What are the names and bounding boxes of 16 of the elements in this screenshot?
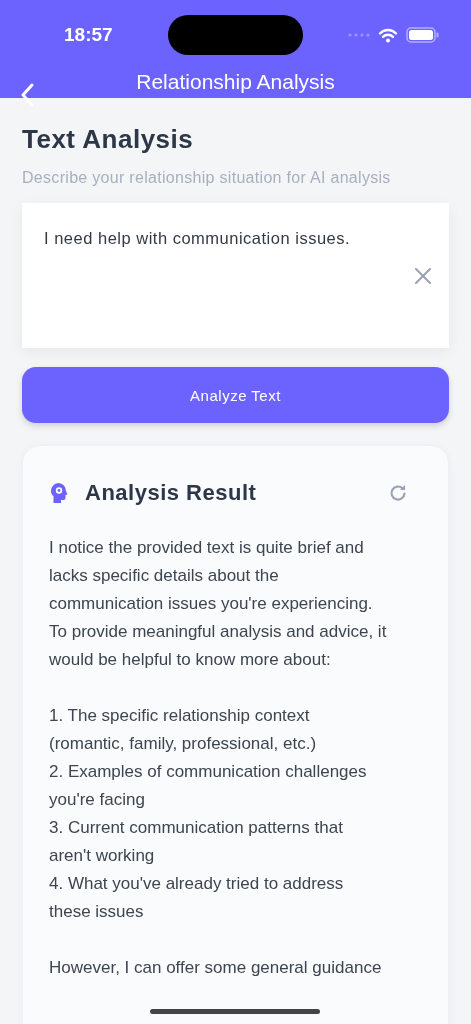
- signal-icon: [348, 33, 370, 37]
- battery-icon: [406, 27, 439, 43]
- text-input-field[interactable]: I need help with communication issues.: [22, 203, 449, 348]
- section-title: Text Analysis: [22, 124, 195, 155]
- status-time: 18:57: [64, 23, 114, 46]
- wifi-icon: [378, 27, 398, 43]
- screen-title: Relationship Analysis: [136, 70, 335, 94]
- result-paragraph: However, I can offer some general guidance: [49, 957, 383, 979]
- section-subtitle: Describe your relationship situation for AI analysis: [22, 169, 392, 187]
- result-paragraph: I notice the provided text is quite brief and lacks specific details about the communication issues you're experiencing. To provide meaningful analysis and advice, it would be helpful to know more about:: [49, 537, 388, 671]
- analyze-button[interactable]: Analyze Text: [22, 367, 449, 423]
- clear-icon[interactable]: [415, 268, 431, 284]
- result-title: Analysis Result: [85, 480, 257, 506]
- head-gear-icon: [49, 482, 69, 504]
- result-paragraph: 1. The specific relationship context (romantic, family, professional, etc.) 2. Examples of communication challenges you're facing 3. Current communication patterns that aren't working 4. What you've already tried to address these issues: [49, 705, 368, 923]
- refresh-icon[interactable]: [388, 483, 408, 503]
